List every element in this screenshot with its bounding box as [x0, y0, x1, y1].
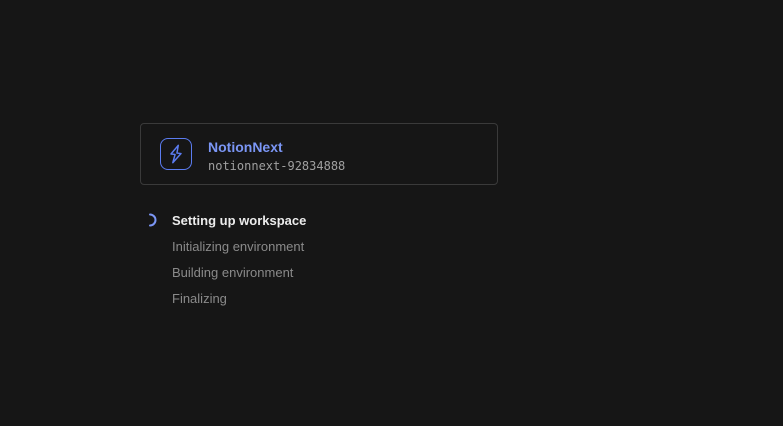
- loading-spinner-icon: [143, 213, 157, 227]
- project-id: notionnext-92834888: [208, 159, 346, 173]
- step-setting-up-workspace: Setting up workspace: [140, 210, 500, 236]
- step-finalizing: Finalizing: [140, 288, 500, 314]
- step-building-environment: Building environment: [140, 262, 500, 288]
- bolt-logo-icon: [160, 138, 192, 170]
- step-label: Initializing environment: [172, 239, 305, 254]
- setup-progress-page: NotionNext notionnext-92834888 Setting u…: [0, 0, 783, 426]
- project-name: NotionNext: [208, 139, 283, 155]
- setup-steps-list: Setting up workspace Initializing enviro…: [140, 210, 500, 314]
- project-card: NotionNext notionnext-92834888: [140, 123, 498, 185]
- step-label: Finalizing: [172, 291, 227, 306]
- step-label: Building environment: [172, 265, 294, 280]
- step-label: Setting up workspace: [172, 213, 307, 228]
- step-initializing-environment: Initializing environment: [140, 236, 500, 262]
